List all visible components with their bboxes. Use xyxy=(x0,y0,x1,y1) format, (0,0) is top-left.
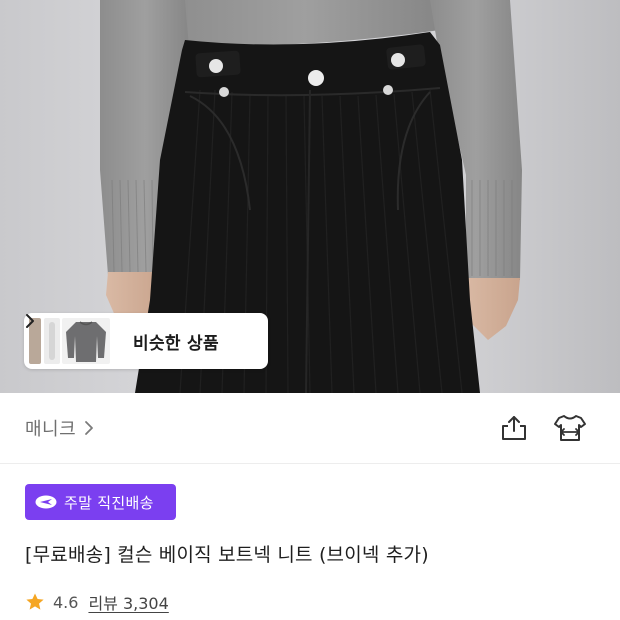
similar-thumb-light xyxy=(44,318,60,364)
weekend-delivery-badge: 주말 직진배송 xyxy=(25,484,176,520)
share-icon xyxy=(502,416,526,440)
similar-products-thumbnails xyxy=(28,316,112,366)
chevron-right-icon xyxy=(84,420,94,436)
delivery-bolt-icon xyxy=(35,495,57,509)
size-fit-button[interactable] xyxy=(553,412,587,444)
brand-name: 매니크 xyxy=(25,419,77,440)
sweater-thumbnail-icon xyxy=(66,321,106,362)
chevron-right-icon xyxy=(26,314,251,350)
similar-products-label: 비슷한 상품 xyxy=(133,333,219,354)
badge-label: 주말 직진배송 xyxy=(64,493,154,512)
rating-value: 4.6 xyxy=(53,592,79,612)
share-button[interactable] xyxy=(499,413,529,443)
product-title: [무료배송] 컬슨 베이직 보트넥 니트 (브이넥 추가) xyxy=(25,544,429,566)
product-image[interactable]: 비슷한 상품 xyxy=(0,0,620,393)
rating-row: 4.6 리뷰 3,304 xyxy=(25,590,169,614)
similar-thumb-sweater xyxy=(62,318,110,364)
review-count-link[interactable]: 리뷰 3,304 xyxy=(88,590,168,614)
clothing-size-icon xyxy=(554,415,586,441)
brand-row: 매니크 xyxy=(0,393,620,464)
similar-products-button[interactable]: 비슷한 상품 xyxy=(24,313,268,369)
star-icon xyxy=(25,592,45,612)
brand-link[interactable]: 매니크 xyxy=(25,415,94,441)
